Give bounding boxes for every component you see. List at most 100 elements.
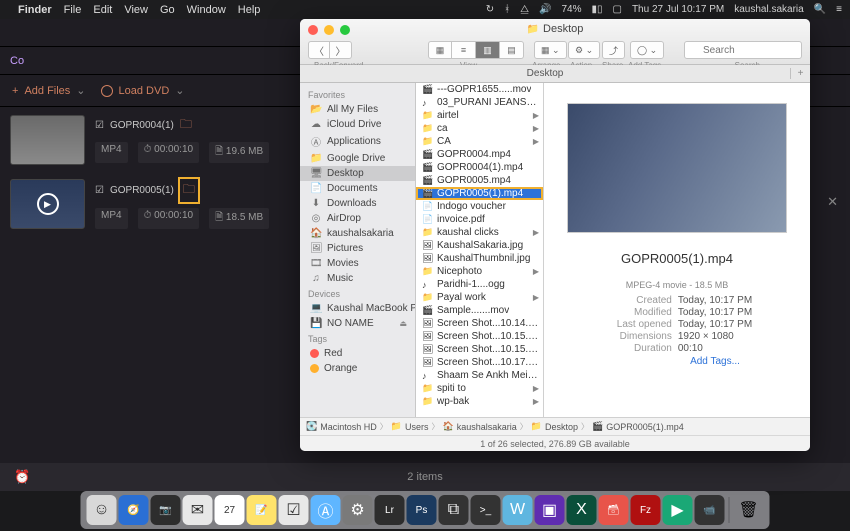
sidebar-item[interactable]: ◎AirDrop xyxy=(300,211,415,226)
file-item[interactable]: 📁airtel▶ xyxy=(416,109,543,122)
sidebar-item[interactable]: 📁Google Drive xyxy=(300,151,415,166)
view-icon-button[interactable]: ▦ xyxy=(428,41,452,59)
dock-appstore[interactable]: Ⓐ xyxy=(311,495,341,525)
user-name[interactable]: kaushal.sakaria xyxy=(734,4,803,15)
path-segment[interactable]: 📁Users xyxy=(391,421,429,432)
file-item[interactable]: ♪03_PURANI JEANS.mp3 xyxy=(416,96,543,109)
remove-item-button[interactable]: ✕ xyxy=(827,194,838,210)
back-button[interactable]: 〈 xyxy=(308,41,330,59)
volume-icon[interactable]: 🔊 xyxy=(539,4,551,15)
notifications-icon[interactable]: ≡ xyxy=(836,4,842,15)
dock-notes[interactable]: 📝 xyxy=(247,495,277,525)
alarm-icon[interactable]: ⏰ xyxy=(14,469,30,485)
dock-settings[interactable]: ⚙ xyxy=(343,495,373,525)
output-folder-icon[interactable]: 🗀 xyxy=(180,115,192,136)
path-segment[interactable]: 📁Desktop xyxy=(531,421,578,432)
file-item[interactable]: 🖼KaushalSakaria.jpg xyxy=(416,239,543,252)
dock-premiere[interactable]: ▣ xyxy=(535,495,565,525)
dock-mail[interactable]: ✉ xyxy=(183,495,213,525)
dock-terminal[interactable]: >_ xyxy=(471,495,501,525)
search-icon[interactable]: 🔍 xyxy=(814,4,826,15)
view-column-button[interactable]: ▥ xyxy=(476,41,500,59)
menu-help[interactable]: Help xyxy=(238,4,261,16)
file-item[interactable]: 📁spiti to▶ xyxy=(416,382,543,395)
file-item[interactable]: 📄invoice.pdf xyxy=(416,213,543,226)
menu-edit[interactable]: Edit xyxy=(93,4,112,16)
dock-excel[interactable]: X xyxy=(567,495,597,525)
sidebar-item[interactable]: ♫Music xyxy=(300,271,415,286)
menu-file[interactable]: File xyxy=(64,4,82,16)
preview-thumbnail[interactable] xyxy=(567,103,787,233)
add-tags-button[interactable]: ◯ ⌄ xyxy=(630,41,664,59)
airplay-icon[interactable]: ▢ xyxy=(612,4,621,15)
file-item[interactable]: 📁Payal work▶ xyxy=(416,291,543,304)
sidebar-item[interactable]: 🖼Pictures xyxy=(300,241,415,256)
sidebar-item[interactable]: 💻Kaushal MacBook Pro⏏ xyxy=(300,301,415,316)
share-button[interactable]: ⤴ xyxy=(602,41,625,59)
file-item[interactable]: 🎬GOPR0004(1).mp4 xyxy=(416,161,543,174)
dock-photoshop[interactable]: Ps xyxy=(407,495,437,525)
search-input[interactable] xyxy=(684,41,802,59)
sidebar-item[interactable]: ⬇Downloads xyxy=(300,196,415,211)
file-item[interactable]: 📁ca▶ xyxy=(416,122,543,135)
video-thumbnail[interactable] xyxy=(10,115,85,165)
file-item[interactable]: 🖼Screen Shot...10.15.22 PM xyxy=(416,343,543,356)
action-button[interactable]: ⚙ ⌄ xyxy=(568,41,600,59)
file-item[interactable]: 📁kaushal clicks▶ xyxy=(416,226,543,239)
arrange-button[interactable]: ▦ ⌄ xyxy=(534,41,567,59)
path-segment[interactable]: 🎬GOPR0005(1).mp4 xyxy=(592,421,684,432)
dock-aperture[interactable]: 📷 xyxy=(151,495,181,525)
dock-lightroom[interactable]: Lr xyxy=(375,495,405,525)
sidebar-item[interactable]: ⒶApplications xyxy=(300,132,415,151)
sidebar-item[interactable]: 📂All My Files xyxy=(300,102,415,117)
video-thumbnail[interactable]: ▶ xyxy=(10,179,85,229)
dock-mission[interactable]: ⧉ xyxy=(439,495,469,525)
tab-convert[interactable]: Co xyxy=(10,55,24,67)
output-folder-icon[interactable]: 🗀 xyxy=(180,179,198,202)
file-item[interactable]: 🖼KaushalThumbnil.jpg xyxy=(416,252,543,265)
checkbox-icon[interactable]: ☑ xyxy=(95,120,104,131)
file-item[interactable]: 📁Nicephoto▶ xyxy=(416,265,543,278)
sidebar-tag[interactable]: Red xyxy=(300,346,415,361)
sidebar-item[interactable]: 🏠kaushalsakaria xyxy=(300,226,415,241)
play-icon[interactable]: ▶ xyxy=(37,193,59,215)
checkbox-icon[interactable]: ☑ xyxy=(95,185,104,196)
eject-icon[interactable]: ⏏ xyxy=(399,319,407,328)
file-item[interactable]: 🎬Sample.......mov xyxy=(416,304,543,317)
view-list-button[interactable]: ≡ xyxy=(452,41,476,59)
sidebar-item[interactable]: 💾NO NAME⏏ xyxy=(300,316,415,331)
dock-reminders[interactable]: ☑ xyxy=(279,495,309,525)
file-item[interactable]: 🖼Screen Shot...10.14.58 PM xyxy=(416,317,543,330)
path-segment[interactable]: 💽Macintosh HD xyxy=(306,421,377,432)
file-item[interactable]: 🎬GOPR0004.mp4 xyxy=(416,148,543,161)
dock-filezilla[interactable]: Fz xyxy=(631,495,661,525)
wifi-icon[interactable]: ⧋ xyxy=(520,4,529,15)
dock-trash[interactable]: 🗑 xyxy=(734,495,764,525)
sidebar-item[interactable]: 🎞Movies xyxy=(300,256,415,271)
sidebar-tag[interactable]: Orange xyxy=(300,361,415,376)
dock-finderapp[interactable]: 🗃 xyxy=(599,495,629,525)
sidebar-item[interactable]: 📄Documents xyxy=(300,181,415,196)
file-item[interactable]: 📁CA▶ xyxy=(416,135,543,148)
menubar-app[interactable]: Finder xyxy=(18,4,52,16)
bluetooth-icon[interactable]: ᚼ xyxy=(504,4,510,15)
path-segment[interactable]: 🏠kaushalsakaria xyxy=(442,421,516,432)
dock-gopro[interactable]: 📹 xyxy=(695,495,725,525)
file-item[interactable]: 📁wp-bak▶ xyxy=(416,395,543,408)
file-item[interactable]: 🎬GOPR0005.mp4 xyxy=(416,174,543,187)
file-item[interactable]: 🖼Screen Shot...10.15.13 PM xyxy=(416,330,543,343)
load-dvd-button[interactable]: Load DVD ⌄ xyxy=(101,84,185,97)
dock-word[interactable]: W xyxy=(503,495,533,525)
forward-button[interactable]: 〉 xyxy=(330,41,352,59)
dock-player[interactable]: ▶ xyxy=(663,495,693,525)
file-item[interactable]: ♪Shaam Se Ankh Mein.mp3 xyxy=(416,369,543,382)
dock-finder[interactable]: ☺ xyxy=(87,495,117,525)
file-item[interactable]: 🎬---GOPR1655.....mov xyxy=(416,83,543,96)
dock-calendar[interactable]: 27 xyxy=(215,495,245,525)
file-item[interactable]: 📄Indogo voucher xyxy=(416,200,543,213)
battery-icon[interactable]: ▮▯ xyxy=(591,4,602,15)
sync-icon[interactable]: ↻ xyxy=(486,4,494,15)
sidebar-item[interactable]: 🖥Desktop xyxy=(300,166,415,181)
tab-desktop[interactable]: Desktop xyxy=(300,68,790,79)
view-gallery-button[interactable]: ▤ xyxy=(500,41,524,59)
